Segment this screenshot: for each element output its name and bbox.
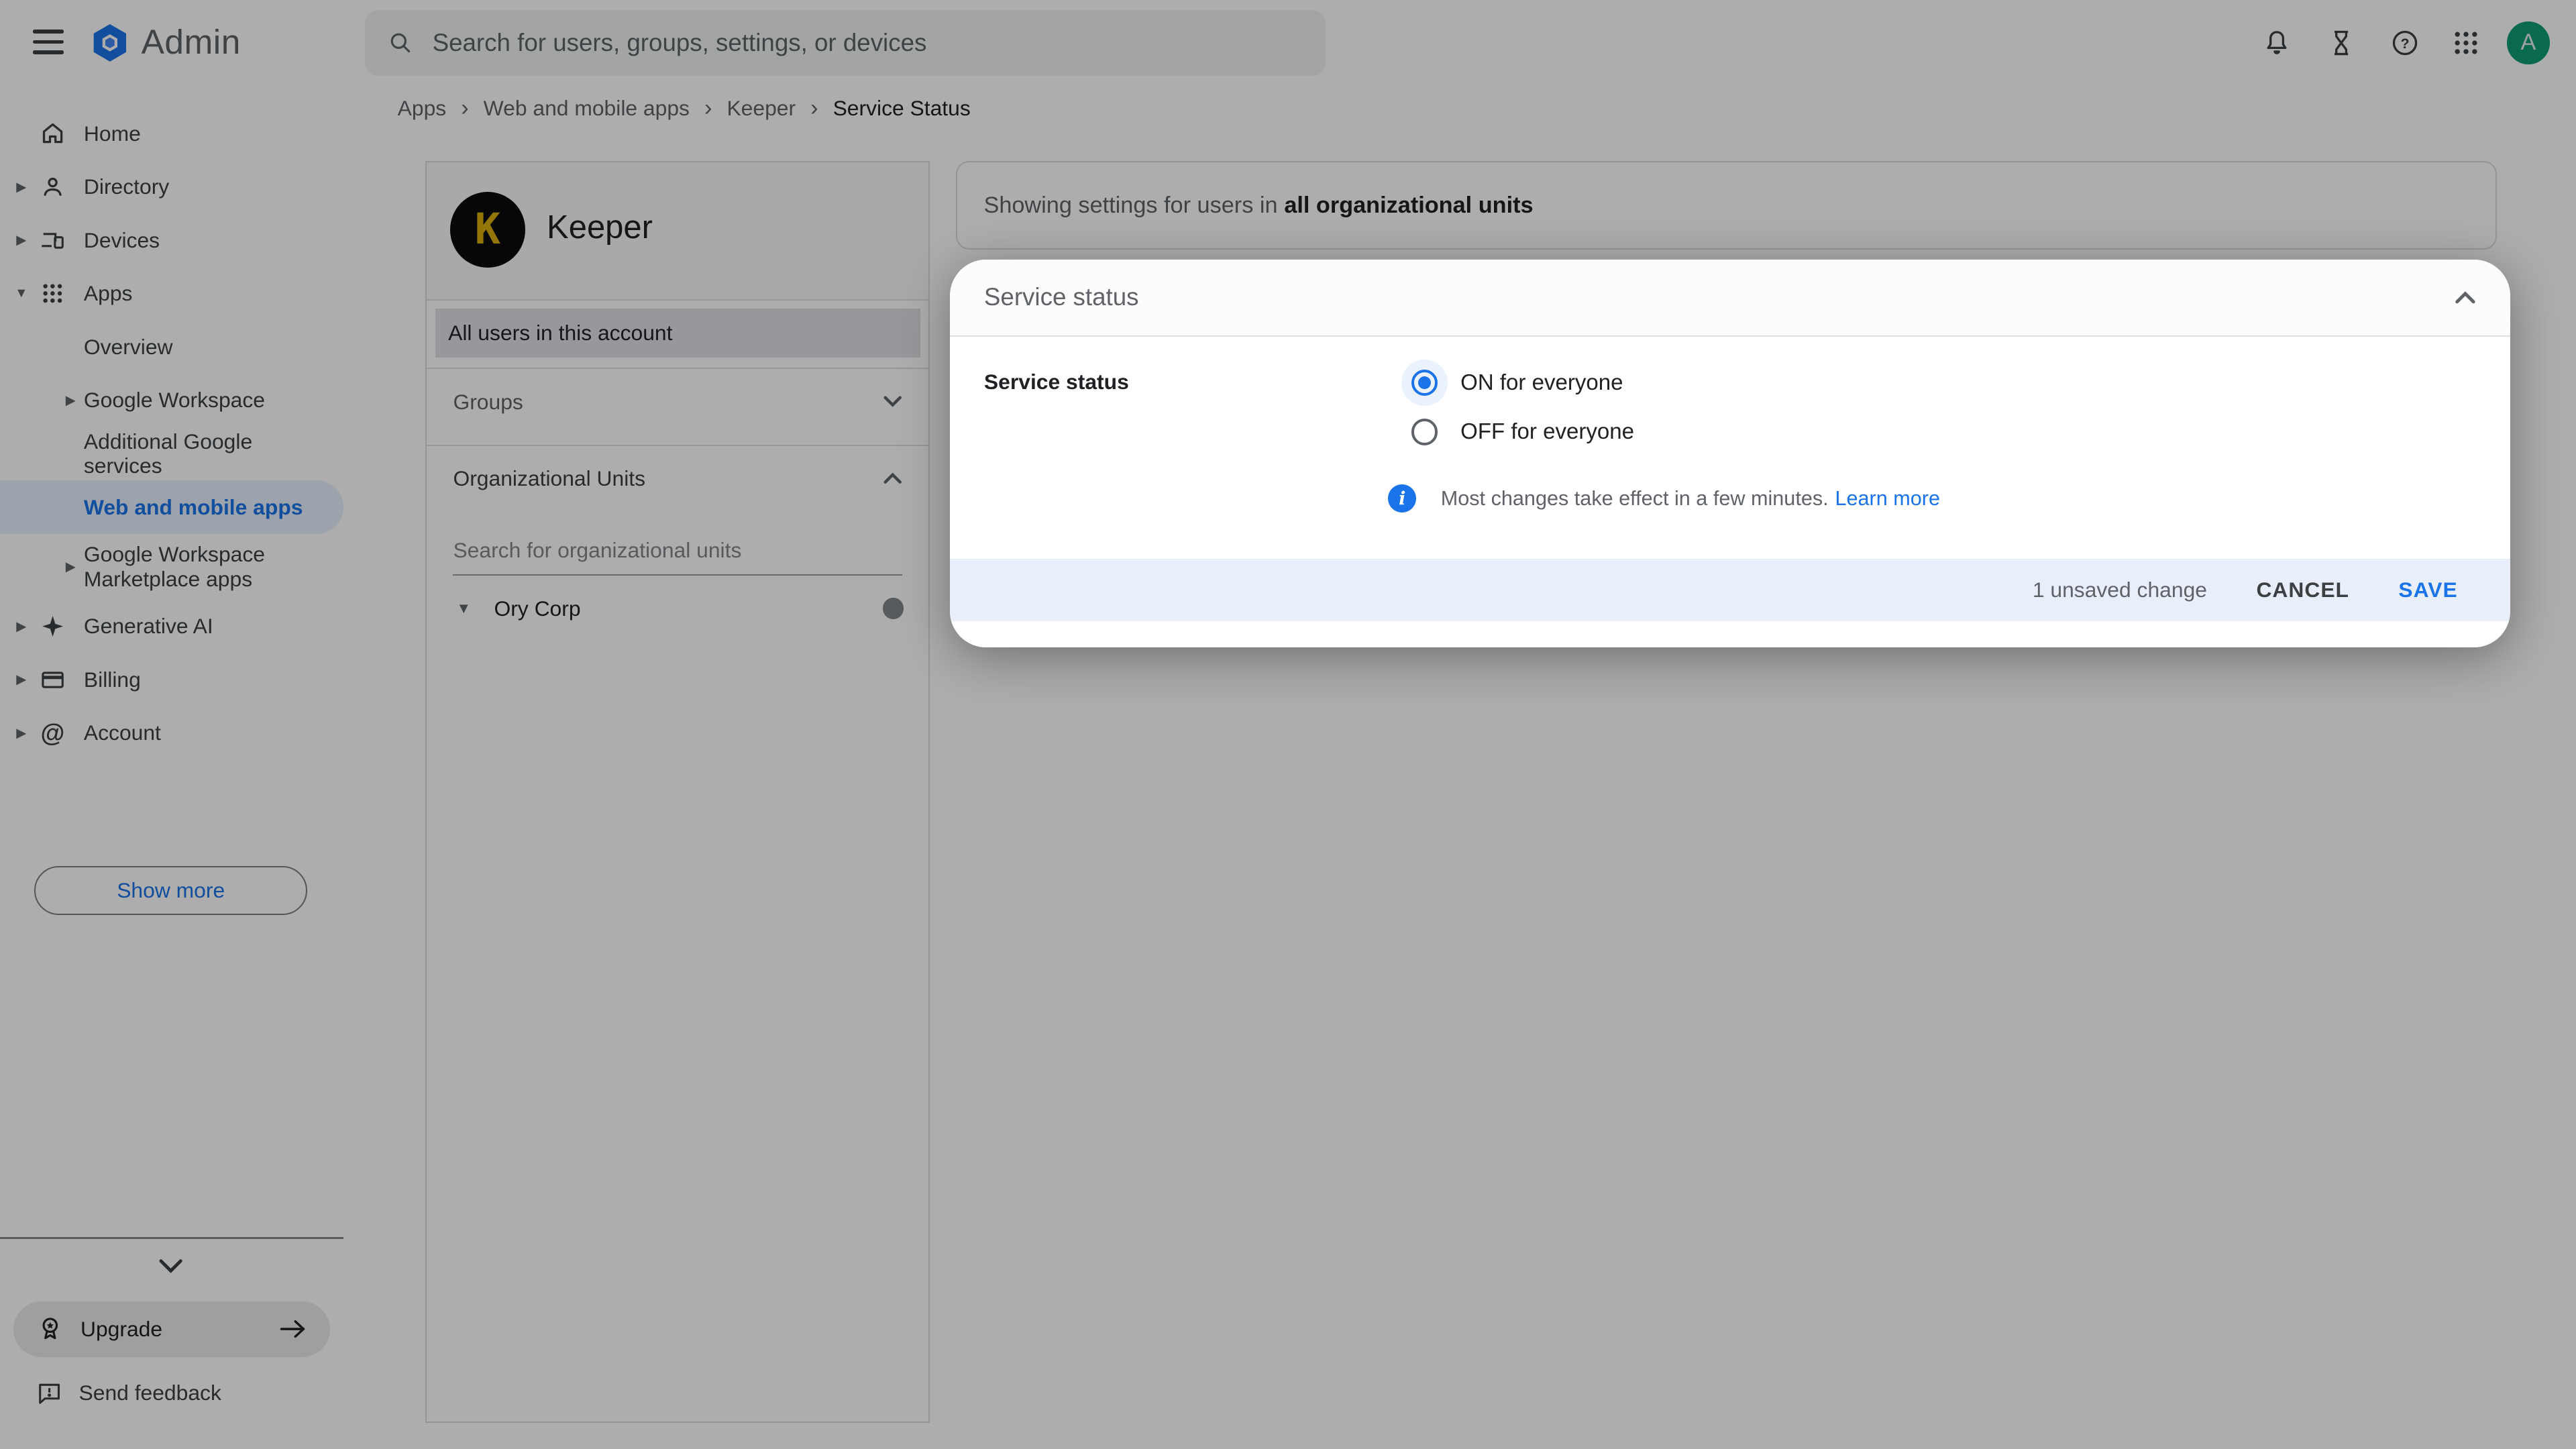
learn-more-link[interactable]: Learn more bbox=[1835, 487, 1940, 511]
info-icon: i bbox=[1388, 484, 1416, 513]
cancel-button[interactable]: CANCEL bbox=[2256, 578, 2349, 602]
chevron-up-icon[interactable] bbox=[2455, 290, 2476, 305]
unsaved-change-count: 1 unsaved change bbox=[2032, 577, 2207, 602]
card-bottom-strip bbox=[949, 621, 2511, 647]
info-note: i Most changes take effect in a few minu… bbox=[1388, 484, 1940, 513]
google-admin-console: Admin ? A Apps › Web and mobile apps › K… bbox=[0, 0, 2576, 1449]
service-status-body: Service status ON for everyone OFF for e… bbox=[949, 337, 2511, 559]
service-status-radio-group: ON for everyone OFF for everyone bbox=[1401, 358, 1634, 457]
overlay-scrim bbox=[0, 0, 2576, 1449]
field-label: Service status bbox=[983, 370, 1129, 394]
card-title: Service status bbox=[983, 283, 1139, 311]
save-button[interactable]: SAVE bbox=[2398, 578, 2457, 602]
service-status-card: Service status Service status ON for eve… bbox=[949, 259, 2511, 647]
service-status-header[interactable]: Service status bbox=[949, 259, 2511, 337]
radio-selected-icon[interactable] bbox=[1411, 370, 1438, 396]
radio-off-for-everyone[interactable]: OFF for everyone bbox=[1401, 407, 1634, 456]
radio-unselected-icon[interactable] bbox=[1411, 419, 1438, 445]
unsaved-changes-bar: 1 unsaved change CANCEL SAVE bbox=[949, 558, 2511, 621]
radio-on-for-everyone[interactable]: ON for everyone bbox=[1401, 358, 1634, 407]
